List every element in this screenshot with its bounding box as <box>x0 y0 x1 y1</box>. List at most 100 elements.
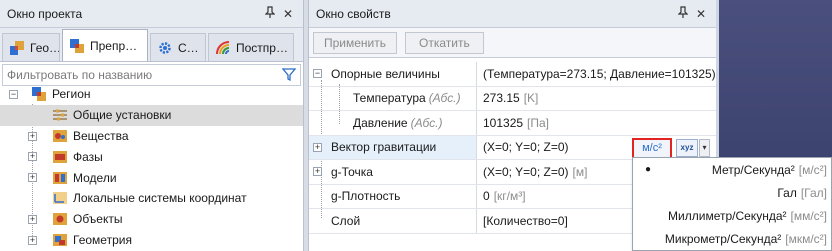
tree-item-label: Фазы <box>73 149 103 164</box>
xyz-button[interactable]: xyz <box>676 138 698 157</box>
tab-label: С… <box>178 40 199 55</box>
expand-icon[interactable]: + <box>313 142 322 152</box>
unit-option-label: Микрометр/Секунда² <box>664 231 782 246</box>
models-icon <box>52 170 68 186</box>
filter-placeholder: Фильтровать по названию <box>7 68 153 82</box>
property-unit: [кг/м³] <box>493 189 526 204</box>
tree-item-models[interactable]: + Модели <box>0 167 303 188</box>
revert-button[interactable]: Откатить <box>405 31 484 54</box>
tab-label: Препр… <box>90 38 138 53</box>
postprocessor-icon <box>215 40 231 56</box>
tree-item-label: Вещества <box>73 128 129 143</box>
tree-item-label: Общие установки <box>73 108 172 123</box>
close-icon[interactable]: ✕ <box>692 7 710 21</box>
unit-option-unit: [мм/с²] <box>790 208 828 223</box>
unit-option-unit: [м/с²] <box>798 162 827 177</box>
sliders-icon <box>52 107 68 123</box>
selected-marker-icon: ● <box>645 164 652 175</box>
tab-geometry[interactable]: Гео… <box>2 33 60 61</box>
tree-item-label: Геометрия <box>73 232 132 247</box>
unit-option-millimeter-per-second-squared[interactable]: Миллиметр/Секунда² [мм/с²] <box>633 204 831 227</box>
substances-icon <box>52 128 68 144</box>
property-name: g-Точка <box>331 164 373 179</box>
property-value: 101325 <box>483 115 524 130</box>
unit-option-unit: [Гал] <box>800 185 827 200</box>
preprocessor-icon <box>69 38 85 54</box>
unit-option-label: Гал <box>777 185 797 200</box>
unit-option-label: Миллиметр/Секунда² <box>668 208 787 223</box>
expand-icon[interactable]: + <box>28 214 37 224</box>
solver-gear-icon <box>157 40 173 56</box>
property-unit: [Па] <box>527 115 550 130</box>
tree-item-label: Модели <box>73 170 117 185</box>
coordinate-system-icon <box>52 190 68 206</box>
property-row-pressure[interactable]: Давление (Абс.) 101325 [Па] <box>309 111 716 136</box>
property-value: 273.15 <box>483 91 520 106</box>
unit-option-unit: [мкм/с²] <box>785 231 827 246</box>
property-name: Температура <box>353 91 426 106</box>
tab-label: Гео… <box>30 40 60 55</box>
geometry-icon <box>9 40 25 56</box>
collapse-icon[interactable]: − <box>9 90 18 99</box>
property-name: Давление <box>353 115 408 130</box>
pin-icon[interactable] <box>261 6 279 21</box>
property-value: (X=0; Y=0; Z=0) <box>483 164 569 179</box>
project-tree: − Регион Общие установки + Вещества + Фа… <box>0 84 303 250</box>
tree-item-label: Локальные системы координат <box>73 191 247 206</box>
properties-window-title: Окно свойств <box>316 6 391 21</box>
unit-option-label: Метр/Секунда² <box>711 162 795 177</box>
tab-postprocessor[interactable]: Постпр… <box>208 33 294 61</box>
properties-window-titlebar: Окно свойств ✕ <box>309 0 716 28</box>
close-icon[interactable]: ✕ <box>279 7 297 21</box>
property-unit: [м] <box>572 164 588 179</box>
project-tabs: Гео… Препр… С… Постпр… <box>0 28 303 62</box>
tab-solver[interactable]: С… <box>150 33 206 61</box>
tab-preprocessor[interactable]: Препр… <box>62 29 148 61</box>
project-window: Окно проекта ✕ Гео… Препр… С… Постпр… Фи… <box>0 0 304 251</box>
expand-icon[interactable]: + <box>28 152 37 162</box>
expand-icon[interactable]: + <box>28 173 37 183</box>
property-name: Слой <box>331 213 361 228</box>
expand-icon[interactable]: + <box>28 131 37 141</box>
filter-input[interactable]: Фильтровать по названию <box>2 64 301 86</box>
tree-item-geometry[interactable]: + Геометрия <box>0 230 303 251</box>
pin-icon[interactable] <box>674 6 692 21</box>
unit-option-meter-per-second-squared[interactable]: ● Метр/Секунда² [м/с²] <box>633 158 831 181</box>
region-icon <box>31 86 47 102</box>
unit-dropdown-menu: ● Метр/Секунда² [м/с²] Гал [Гал] Миллиме… <box>632 157 832 251</box>
geometry-folder-icon <box>52 232 68 248</box>
project-window-title: Окно проекта <box>7 6 83 21</box>
property-name: Опорные величины <box>331 66 440 81</box>
unit-option-gal[interactable]: Гал [Гал] <box>633 181 831 204</box>
tree-item-label: Объекты <box>73 212 123 227</box>
project-window-titlebar: Окно проекта ✕ <box>0 0 303 28</box>
property-qualifier: (Абс.) <box>428 91 461 106</box>
tab-label: Постпр… <box>236 40 288 55</box>
tree-item-label: Регион <box>52 87 91 102</box>
property-name: g-Плотность <box>331 189 401 204</box>
tree-item-local-coordinate-systems[interactable]: Локальные системы координат <box>0 188 303 209</box>
tree-item-phases[interactable]: + Фазы <box>0 146 303 167</box>
filter-funnel-icon[interactable] <box>281 67 297 84</box>
property-name: Вектор гравитации <box>331 140 437 155</box>
property-qualifier: (Абс.) <box>410 115 443 130</box>
tree-item-region[interactable]: − Регион <box>0 84 303 105</box>
tree-item-objects[interactable]: + Объекты <box>0 209 303 230</box>
properties-toolbar: Применить Откатить <box>309 28 716 58</box>
tree-item-substances[interactable]: + Вещества <box>0 126 303 147</box>
property-row-reference-values[interactable]: − Опорные величины (Температура=273.15; … <box>309 62 716 87</box>
phases-icon <box>52 149 68 165</box>
property-unit: [K] <box>523 91 539 106</box>
tree-item-general-settings[interactable]: Общие установки <box>0 104 303 126</box>
expand-icon[interactable]: + <box>28 235 37 245</box>
expand-icon[interactable]: + <box>313 167 322 176</box>
collapse-icon[interactable]: − <box>313 69 322 78</box>
chevron-down-icon[interactable]: ▾ <box>699 138 710 157</box>
property-value[interactable]: (Температура=273.15; Давление=101325) <box>477 62 716 86</box>
unit-option-micrometer-per-second-squared[interactable]: Микрометр/Секунда² [мкм/с²] <box>633 227 831 250</box>
apply-button[interactable]: Применить <box>313 31 398 54</box>
property-row-temperature[interactable]: Температура (Абс.) 273.15 [K] <box>309 86 716 111</box>
objects-icon <box>52 211 68 227</box>
unit-selector-button[interactable]: м/с² <box>632 137 672 159</box>
property-value: 0 <box>483 189 490 204</box>
